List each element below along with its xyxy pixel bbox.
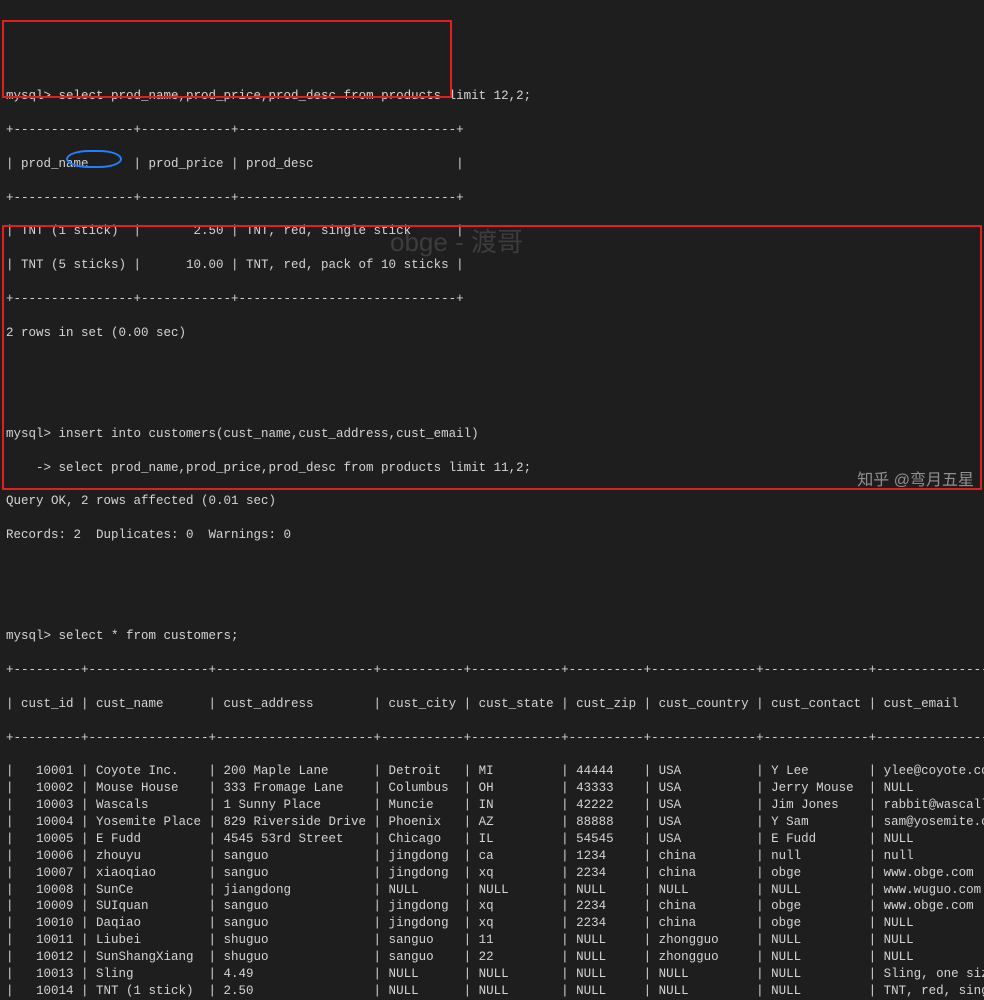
q2-status-1: Query OK, 2 rows affected (0.01 sec): [6, 493, 978, 510]
table-row: | 10003 | Wascals | 1 Sunny Place | Munc…: [6, 797, 978, 814]
q1-row-1: | TNT (5 sticks) | 10.00 | TNT, red, pac…: [6, 257, 978, 274]
q1-status: 2 rows in set (0.00 sec): [6, 325, 978, 342]
q2-cmd-l1[interactable]: -> select prod_name,prod_price,prod_desc…: [6, 460, 978, 477]
table-row: | 10005 | E Fudd | 4545 53rd Street | Ch…: [6, 831, 978, 848]
q3-header: | cust_id | cust_name | cust_address | c…: [6, 696, 978, 713]
table-row: | 10001 | Coyote Inc. | 200 Maple Lane |…: [6, 763, 978, 780]
table-row: | 10006 | zhouyu | sanguo | jingdong | c…: [6, 848, 978, 865]
q3-cmd[interactable]: mysql> select * from customers;: [6, 628, 978, 645]
blank-1: [6, 358, 978, 375]
table-row: | 10004 | Yosemite Place | 829 Riverside…: [6, 814, 978, 831]
q2-cmd-l0[interactable]: mysql> insert into customers(cust_name,c…: [6, 426, 978, 443]
table-row: | 10013 | Sling | 4.49 | NULL | NULL | N…: [6, 966, 978, 983]
table-row: | 10010 | Daqiao | sanguo | jingdong | x…: [6, 915, 978, 932]
q1-sep-mid: +----------------+------------+---------…: [6, 190, 978, 207]
table-row: | 10007 | xiaoqiao | sanguo | jingdong |…: [6, 865, 978, 882]
q1-cmd[interactable]: mysql> select prod_name,prod_price,prod_…: [6, 88, 978, 105]
q3-sep-top: +---------+----------------+------------…: [6, 662, 978, 679]
table-row: | 10011 | Liubei | shuguo | sanguo | 11 …: [6, 932, 978, 949]
highlight-box-1: [2, 20, 452, 98]
blank-2: [6, 561, 978, 578]
q1-sep-top: +----------------+------------+---------…: [6, 122, 978, 139]
q3-sep-mid: +---------+----------------+------------…: [6, 730, 978, 747]
table-row: | 10012 | SunShangXiang | shuguo | sangu…: [6, 949, 978, 966]
q1-header: | prod_name | prod_price | prod_desc |: [6, 156, 978, 173]
table-row: | 10008 | SunCe | jiangdong | NULL | NUL…: [6, 882, 978, 899]
table-row: | 10002 | Mouse House | 333 Fromage Lane…: [6, 780, 978, 797]
table-row: | 10009 | SUIquan | sanguo | jingdong | …: [6, 898, 978, 915]
q1-row-0: | TNT (1 stick) | 2.50 | TNT, red, singl…: [6, 223, 978, 240]
q1-sep-bot: +----------------+------------+---------…: [6, 291, 978, 308]
q2-status-2: Records: 2 Duplicates: 0 Warnings: 0: [6, 527, 978, 544]
table-row: | 10014 | TNT (1 stick) | 2.50 | NULL | …: [6, 983, 978, 1000]
